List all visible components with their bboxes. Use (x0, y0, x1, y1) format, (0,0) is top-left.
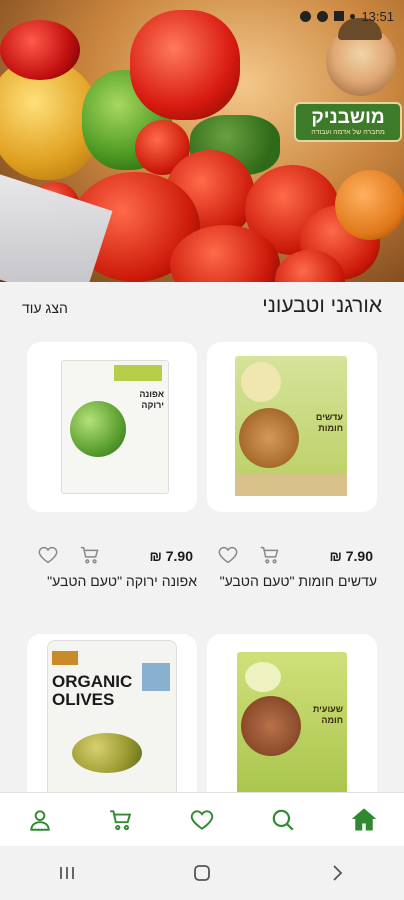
red-pepper-small (0, 20, 80, 80)
nav-search-button[interactable] (263, 800, 303, 840)
status-bar: 13:51 (300, 6, 394, 26)
bottom-navigation (0, 792, 404, 847)
product-price: 7.90 ₪ (329, 548, 373, 564)
brand-logo: מושבניק מחברה של אדמה ועבודה (294, 18, 404, 142)
product-image-olives[interactable]: ORGANIC OLIVES (27, 634, 197, 792)
pack-title: שעועית חומה (312, 704, 343, 725)
brand-name: מושבניק (311, 106, 385, 128)
olives-image (72, 733, 142, 773)
brand-label (114, 365, 162, 381)
system-navigation-bar (0, 846, 404, 900)
nav-favorites-button[interactable] (182, 800, 222, 840)
product-image-beans[interactable]: שעועית חומה (207, 634, 377, 792)
product-actions-lentils: 7.90 ₪ (207, 544, 377, 568)
home-icon (351, 808, 376, 831)
beans-package: שעועית חומה (237, 652, 347, 792)
dot-icon (350, 13, 356, 19)
pack-title: עדשים חומות (315, 412, 343, 433)
nav-home-button[interactable] (344, 800, 384, 840)
nav-cart-button[interactable] (101, 800, 141, 840)
show-more-link[interactable]: הצג עוד (22, 300, 68, 316)
add-to-cart-icon[interactable] (79, 544, 101, 566)
orange-pepper (335, 170, 404, 240)
user-icon (30, 810, 51, 831)
favorite-heart-icon[interactable] (37, 544, 59, 566)
hero-banner: 13:51 מושבניק מחברה של אדמה ועבודה (0, 0, 404, 282)
product-name[interactable]: אפונה ירוקה "טעם הטבע" (27, 570, 197, 592)
notification-icon (300, 10, 312, 22)
back-system-button[interactable] (317, 853, 357, 893)
product-image-peas[interactable]: אפונה ירוקה (27, 342, 197, 512)
product-image-lentils[interactable]: עדשים חומות (207, 342, 377, 512)
product-name[interactable]: עדשים חומות "טעם הטבע" (207, 570, 377, 592)
pack-band (235, 474, 347, 496)
brand-tagline: מחברה של אדמה ועבודה (311, 128, 385, 136)
peas-image (70, 401, 126, 457)
system-home-icon (194, 865, 210, 881)
product-price: 7.90 ₪ (149, 548, 193, 564)
favorite-heart-icon[interactable] (217, 544, 239, 566)
peas-package: אפונה ירוקה (61, 360, 169, 494)
olives-package: ORGANIC OLIVES (47, 640, 177, 792)
cart-icon (110, 810, 132, 831)
home-system-button[interactable] (182, 853, 222, 893)
add-to-cart-icon[interactable] (259, 544, 281, 566)
heart-icon (190, 810, 214, 830)
brand-badge (52, 651, 78, 665)
recent-apps-button[interactable] (47, 853, 87, 893)
red-pepper (130, 10, 240, 120)
section-header: אורגני וטבעוני הצג עוד (0, 294, 404, 322)
status-time: 13:51 (361, 8, 394, 24)
product-actions-peas: 7.90 ₪ (27, 544, 197, 568)
lentils-bowl (239, 408, 299, 468)
brand-seal (245, 662, 281, 692)
storage-icon (334, 11, 345, 21)
brand-seal (241, 362, 281, 402)
pack-title: אפונה ירוקה (139, 389, 164, 410)
product-section: אורגני וטבעוני הצג עוד עדשים חומות אפונה… (0, 282, 404, 792)
photo-stamp (142, 663, 170, 691)
recent-apps-icon (60, 867, 75, 879)
chevron-right-icon (333, 865, 342, 881)
beans-bowl (241, 696, 301, 756)
nav-profile-button[interactable] (20, 800, 60, 840)
settings-status-icon (317, 10, 329, 22)
section-title: אורגני וטבעוני (262, 294, 382, 317)
search-icon (272, 809, 294, 831)
brand-plaque: מושבניק מחברה של אדמה ועבודה (294, 102, 402, 142)
lentils-package: עדשים חומות (235, 356, 347, 496)
